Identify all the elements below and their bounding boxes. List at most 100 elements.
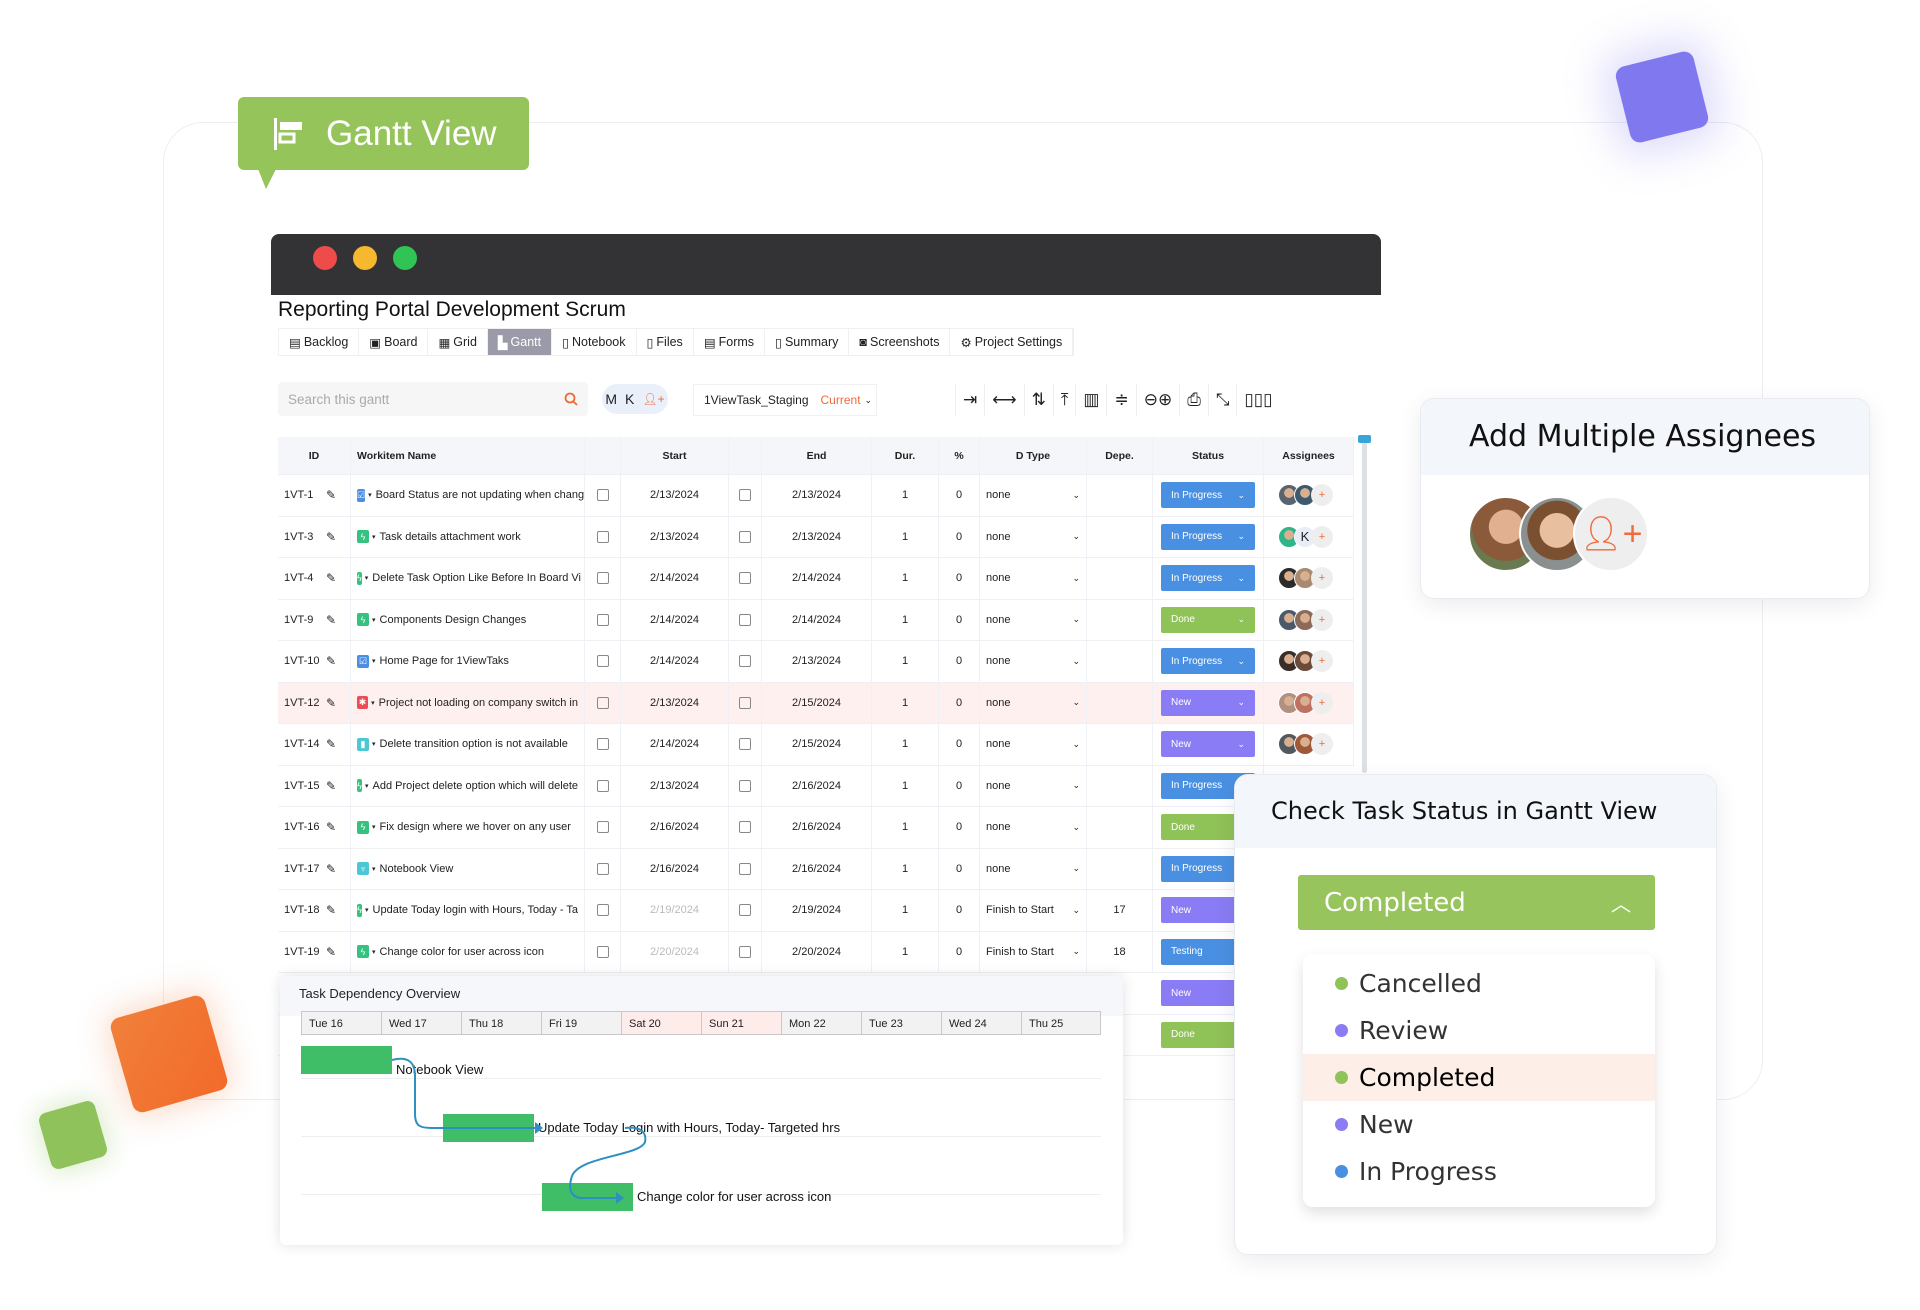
tab-board[interactable]: ▣ Board — [359, 329, 429, 355]
column-header-assignees[interactable]: Assignees — [1264, 437, 1354, 474]
dependency-type[interactable]: none — [986, 780, 1010, 792]
dependency-type[interactable]: none — [986, 863, 1010, 875]
tab-backlog[interactable]: ▤ Backlog — [279, 329, 360, 355]
expand-caret-icon[interactable]: ▾ — [372, 533, 376, 541]
edit-icon[interactable]: ✎ — [326, 654, 336, 668]
checkbox[interactable] — [596, 904, 609, 917]
dependency-type[interactable]: none — [986, 738, 1010, 750]
gantt-bar[interactable] — [301, 1046, 392, 1074]
table-row[interactable]: 1VT-10 ☑ ▾ Home Page for 1ViewTaks ✎ 2/14/202… — [278, 641, 1354, 683]
edit-icon[interactable]: ✎ — [326, 737, 336, 751]
minimize-window-button[interactable] — [353, 246, 377, 270]
search-input[interactable]: Search this gantt — [278, 382, 588, 416]
add-assignee-button[interactable]: 👤︎+ — [1573, 496, 1649, 572]
workitem-name[interactable]: Project not loading on company switch in — [379, 697, 578, 709]
column-header-chk1[interactable] — [585, 437, 621, 474]
checkbox[interactable] — [739, 696, 751, 709]
table-row[interactable]: 1VT-9 ϟ ▾ Components Design Changes ✎ 2/14/20… — [278, 599, 1354, 641]
checkbox[interactable] — [739, 821, 751, 834]
edit-icon[interactable]: ✎ — [326, 530, 336, 544]
table-row[interactable]: 1VT-12 ✱ ▾ Project not loading on company s… — [278, 682, 1354, 724]
print-button[interactable]: ⎙ — [1179, 384, 1208, 416]
expand-caret-icon[interactable]: ▾ — [372, 948, 376, 956]
checkbox[interactable] — [596, 489, 609, 502]
edit-icon[interactable]: ✎ — [326, 903, 336, 917]
checkbox[interactable] — [596, 738, 609, 751]
cell-dtype[interactable]: none ⌄ — [980, 765, 1087, 806]
edit-icon[interactable]: ✎ — [326, 488, 336, 502]
dependency-type[interactable]: none — [986, 489, 1010, 501]
cell-dtype[interactable]: Finish to Start ⌄ — [980, 931, 1087, 972]
checkbox[interactable] — [596, 572, 609, 585]
user-filter[interactable]: M K 👤︎+ — [602, 384, 668, 414]
column-header-end[interactable]: End — [762, 437, 872, 474]
column-header-name[interactable]: Workitem Name — [351, 437, 585, 474]
table-row[interactable]: 1VT-14 ▮ ▾ Delete transition option is not … — [278, 724, 1354, 766]
add-user-icon[interactable]: 👤︎+ — [642, 392, 664, 406]
maximize-window-button[interactable] — [393, 246, 417, 270]
checkbox[interactable] — [596, 613, 609, 626]
workitem-name[interactable]: Task details attachment work — [380, 531, 521, 543]
add-assignee-button[interactable]: + — [1311, 484, 1333, 507]
dependency-type[interactable]: none — [986, 531, 1010, 543]
checkbox[interactable] — [739, 489, 751, 502]
expand-caret-icon[interactable]: ▾ — [372, 657, 376, 665]
dependency-type[interactable]: none — [986, 655, 1010, 667]
add-assignee-button[interactable]: + — [1311, 691, 1333, 714]
status-dropdown[interactable]: In Progress ⌄ — [1161, 648, 1255, 675]
cell-dtype[interactable]: none ⌄ — [980, 682, 1087, 723]
workitem-name[interactable]: Delete Task Option Like Before In Board … — [372, 572, 581, 584]
table-row[interactable]: 1VT-15 ϟ ▾ Add Project delete option which … — [278, 765, 1354, 807]
workitem-name[interactable]: Notebook View — [380, 863, 454, 875]
workitem-name[interactable]: Fix design where we hover on any user — [380, 821, 571, 833]
edit-icon[interactable]: ✎ — [326, 945, 336, 959]
tab-forms[interactable]: ▤ Forms — [694, 329, 766, 355]
checkbox[interactable] — [739, 738, 751, 751]
status-option-cancelled[interactable]: Cancelled — [1303, 960, 1655, 1007]
expand-caret-icon[interactable]: ▾ — [371, 699, 375, 707]
edit-icon[interactable]: ✎ — [326, 571, 336, 585]
tab-grid[interactable]: ▦ Grid — [428, 329, 488, 355]
workitem-name[interactable]: Change color for user across icon — [380, 946, 544, 958]
dependency-type[interactable]: none — [986, 697, 1010, 709]
status-dropdown[interactable]: In Progress ⌄ — [1161, 523, 1255, 550]
status-option-new[interactable]: New — [1303, 1101, 1655, 1148]
checkbox[interactable] — [596, 821, 609, 834]
status-option-in-progress[interactable]: In Progress — [1303, 1148, 1655, 1195]
table-row[interactable]: 1VT-1 ☑ ▾ Board Status are not updating whe… — [278, 475, 1354, 517]
checkbox[interactable] — [596, 945, 609, 958]
status-option-completed[interactable]: Completed — [1303, 1054, 1655, 1101]
edit-icon[interactable]: ✎ — [326, 862, 336, 876]
add-assignee-button[interactable]: + — [1311, 608, 1333, 631]
vertical-scrollbar[interactable] — [1358, 435, 1371, 773]
edit-icon[interactable]: ✎ — [326, 613, 336, 627]
user-initial[interactable]: M — [605, 391, 617, 407]
cell-dtype[interactable]: none ⌄ — [980, 558, 1087, 599]
dependency-type[interactable]: none — [986, 572, 1010, 584]
tab-files[interactable]: ▯ Files — [637, 329, 694, 355]
sort-button[interactable]: ⇅ — [1023, 384, 1053, 416]
checkbox[interactable] — [739, 655, 751, 668]
column-header-dtype[interactable]: D Type — [980, 437, 1087, 474]
checkbox[interactable] — [739, 613, 751, 626]
cell-dtype[interactable]: none ⌄ — [980, 724, 1087, 765]
checkbox[interactable] — [739, 530, 751, 543]
fit-button[interactable]: ⤒ — [1052, 384, 1076, 416]
tab-project-settings[interactable]: ⚙ Project Settings — [950, 329, 1074, 355]
cell-dtype[interactable]: none ⌄ — [980, 475, 1087, 516]
table-row[interactable]: 1VT-4 ϟ ▾ Delete Task Option Like Before In… — [278, 558, 1354, 600]
dependency-type[interactable]: none — [986, 821, 1010, 833]
edit-icon[interactable]: ✎ — [326, 779, 336, 793]
column-header-pct[interactable]: % — [939, 437, 980, 474]
close-window-button[interactable] — [313, 246, 337, 270]
status-dropdown[interactable]: In Progress ⌄ — [1161, 565, 1255, 592]
workitem-name[interactable]: Update Today login with Hours, Today - T… — [373, 904, 578, 916]
workitem-name[interactable]: Add Project delete option which will del… — [373, 780, 578, 792]
workitem-name[interactable]: Components Design Changes — [380, 614, 527, 626]
gantt-bar[interactable] — [542, 1183, 633, 1211]
checkbox[interactable] — [596, 696, 609, 709]
column-header-start[interactable]: Start — [621, 437, 729, 474]
expand-caret-icon[interactable]: ▾ — [365, 906, 369, 914]
checkbox[interactable] — [596, 779, 609, 792]
dependency-type[interactable]: Finish to Start — [986, 904, 1054, 916]
